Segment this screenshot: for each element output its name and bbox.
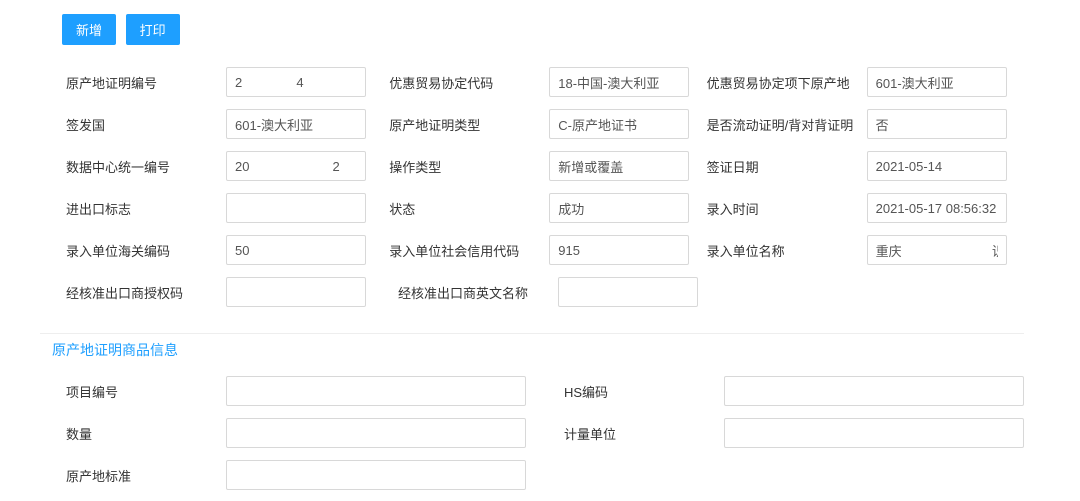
input-cert-type[interactable] [549, 109, 689, 139]
page-scroll[interactable]: 新增 打印 原产地证明编号 优惠贸易协定代码 优惠贸易协定项下原产地 [0, 0, 1064, 501]
input-movement[interactable] [867, 109, 1007, 139]
label-goods-item-no: 项目编号 [66, 382, 226, 401]
label-cert-no: 原产地证明编号 [66, 73, 226, 92]
label-pref-code: 优惠贸易协定代码 [389, 73, 549, 92]
input-goods-item-no[interactable] [226, 376, 526, 406]
label-io-flag: 进出口标志 [66, 199, 226, 218]
input-pref-code[interactable] [549, 67, 689, 97]
label-issuing-country: 签发国 [66, 115, 226, 134]
label-goods-unit: 计量单位 [564, 424, 724, 443]
label-exporter-auth: 经核准出口商授权码 [66, 283, 226, 302]
input-entry-unit-name[interactable] [867, 235, 1007, 265]
input-goods-qty[interactable] [226, 418, 526, 448]
label-entry-time: 录入时间 [707, 199, 867, 218]
input-entry-time[interactable] [867, 193, 1007, 223]
input-goods-hs-code[interactable] [724, 376, 1024, 406]
label-cert-type: 原产地证明类型 [389, 115, 549, 134]
add-button[interactable]: 新增 [62, 14, 116, 45]
origin-cert-form: 原产地证明编号 优惠贸易协定代码 优惠贸易协定项下原产地 签发国 [40, 51, 1024, 329]
label-goods-qty: 数量 [66, 424, 226, 443]
label-op-type: 操作类型 [389, 157, 549, 176]
label-movement: 是否流动证明/背对背证明 [707, 115, 867, 134]
input-entry-unit-code[interactable] [226, 235, 366, 265]
input-origin-under-pref[interactable] [867, 67, 1007, 97]
input-exporter-auth[interactable] [226, 277, 366, 307]
label-goods-origin-std: 原产地标准 [66, 466, 226, 485]
label-visa-date: 签证日期 [707, 157, 867, 176]
input-dc-id[interactable] [226, 151, 366, 181]
input-cert-no[interactable] [226, 67, 366, 97]
input-goods-unit[interactable] [724, 418, 1024, 448]
input-entry-unit-credit[interactable] [549, 235, 689, 265]
input-io-flag[interactable] [226, 193, 366, 223]
label-dc-id: 数据中心统一编号 [66, 157, 226, 176]
input-visa-date[interactable] [867, 151, 1007, 181]
goods-form: 项目编号 HS编码 数量 计量单位 [40, 370, 1024, 501]
label-entry-unit-name: 录入单位名称 [707, 241, 867, 260]
label-exporter-en-name: 经核准出口商英文名称 [398, 283, 558, 302]
print-button[interactable]: 打印 [126, 14, 180, 45]
label-goods-hs-code: HS编码 [564, 382, 724, 401]
label-origin-under-pref: 优惠贸易协定项下原产地 [707, 73, 867, 92]
input-goods-origin-std[interactable] [226, 460, 526, 490]
input-op-type[interactable] [549, 151, 689, 181]
section-title-goods: 原产地证明商品信息 [40, 333, 1024, 370]
toolbar: 新增 打印 [40, 0, 1024, 51]
input-status[interactable] [549, 193, 689, 223]
input-exporter-en-name[interactable] [558, 277, 698, 307]
label-entry-unit-code: 录入单位海关编码 [66, 241, 226, 260]
content: 新增 打印 原产地证明编号 优惠贸易协定代码 优惠贸易协定项下原产地 [0, 0, 1064, 501]
label-entry-unit-credit: 录入单位社会信用代码 [389, 241, 549, 260]
label-status: 状态 [389, 199, 549, 218]
input-issuing-country[interactable] [226, 109, 366, 139]
